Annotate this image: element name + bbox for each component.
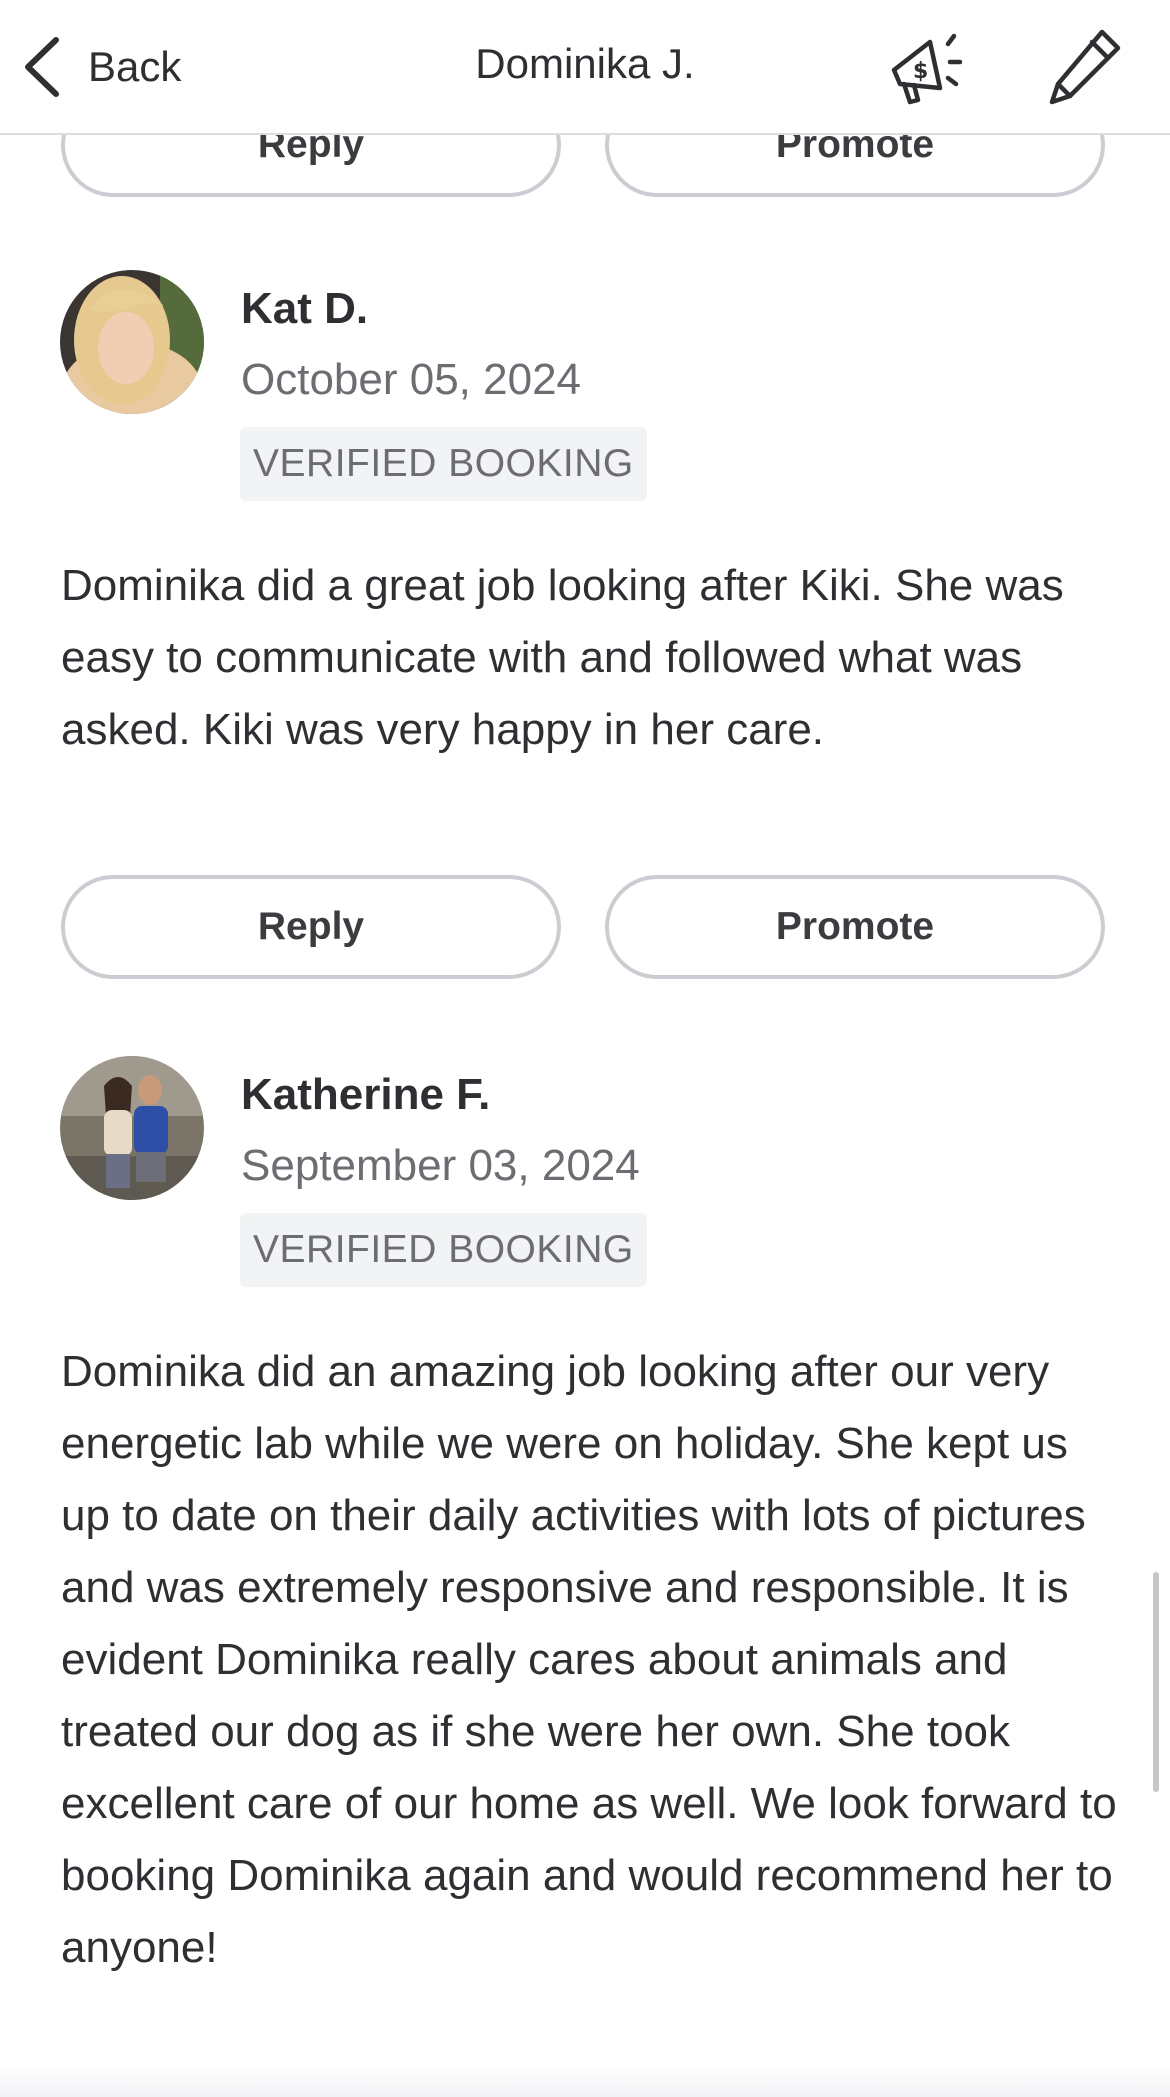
page-title: Dominika J.: [475, 40, 695, 87]
reviewer-name: Katherine F.: [241, 1070, 491, 1119]
verified-booking-badge: VERIFIED BOOKING: [240, 427, 647, 501]
scrollbar[interactable]: [1153, 1572, 1159, 1792]
megaphone-dollar-icon[interactable]: $: [886, 26, 964, 108]
top-nav-bar: Back Dominika J. $: [0, 0, 1170, 135]
bottom-divider: [0, 2066, 1170, 2097]
svg-text:$: $: [913, 59, 928, 84]
review-date: September 03, 2024: [241, 1141, 640, 1190]
review-text: Dominika did a great job looking after K…: [61, 561, 1064, 754]
avatar[interactable]: [60, 1056, 204, 1200]
verified-booking-badge: VERIFIED BOOKING: [240, 1213, 647, 1287]
pencil-icon[interactable]: [1046, 26, 1124, 108]
avatar[interactable]: [60, 270, 204, 414]
avatar-photo: [60, 1056, 204, 1200]
reply-button[interactable]: Reply: [61, 875, 561, 979]
avatar-photo: [60, 270, 204, 414]
review-text: Dominika did an amazing job looking afte…: [61, 1347, 1117, 1972]
reviewer-name: Kat D.: [241, 284, 369, 333]
reply-label: Reply: [257, 905, 365, 948]
promote-button[interactable]: Promote: [605, 875, 1105, 979]
review-date: October 05, 2024: [241, 355, 582, 404]
promote-label: Promote: [775, 905, 935, 948]
